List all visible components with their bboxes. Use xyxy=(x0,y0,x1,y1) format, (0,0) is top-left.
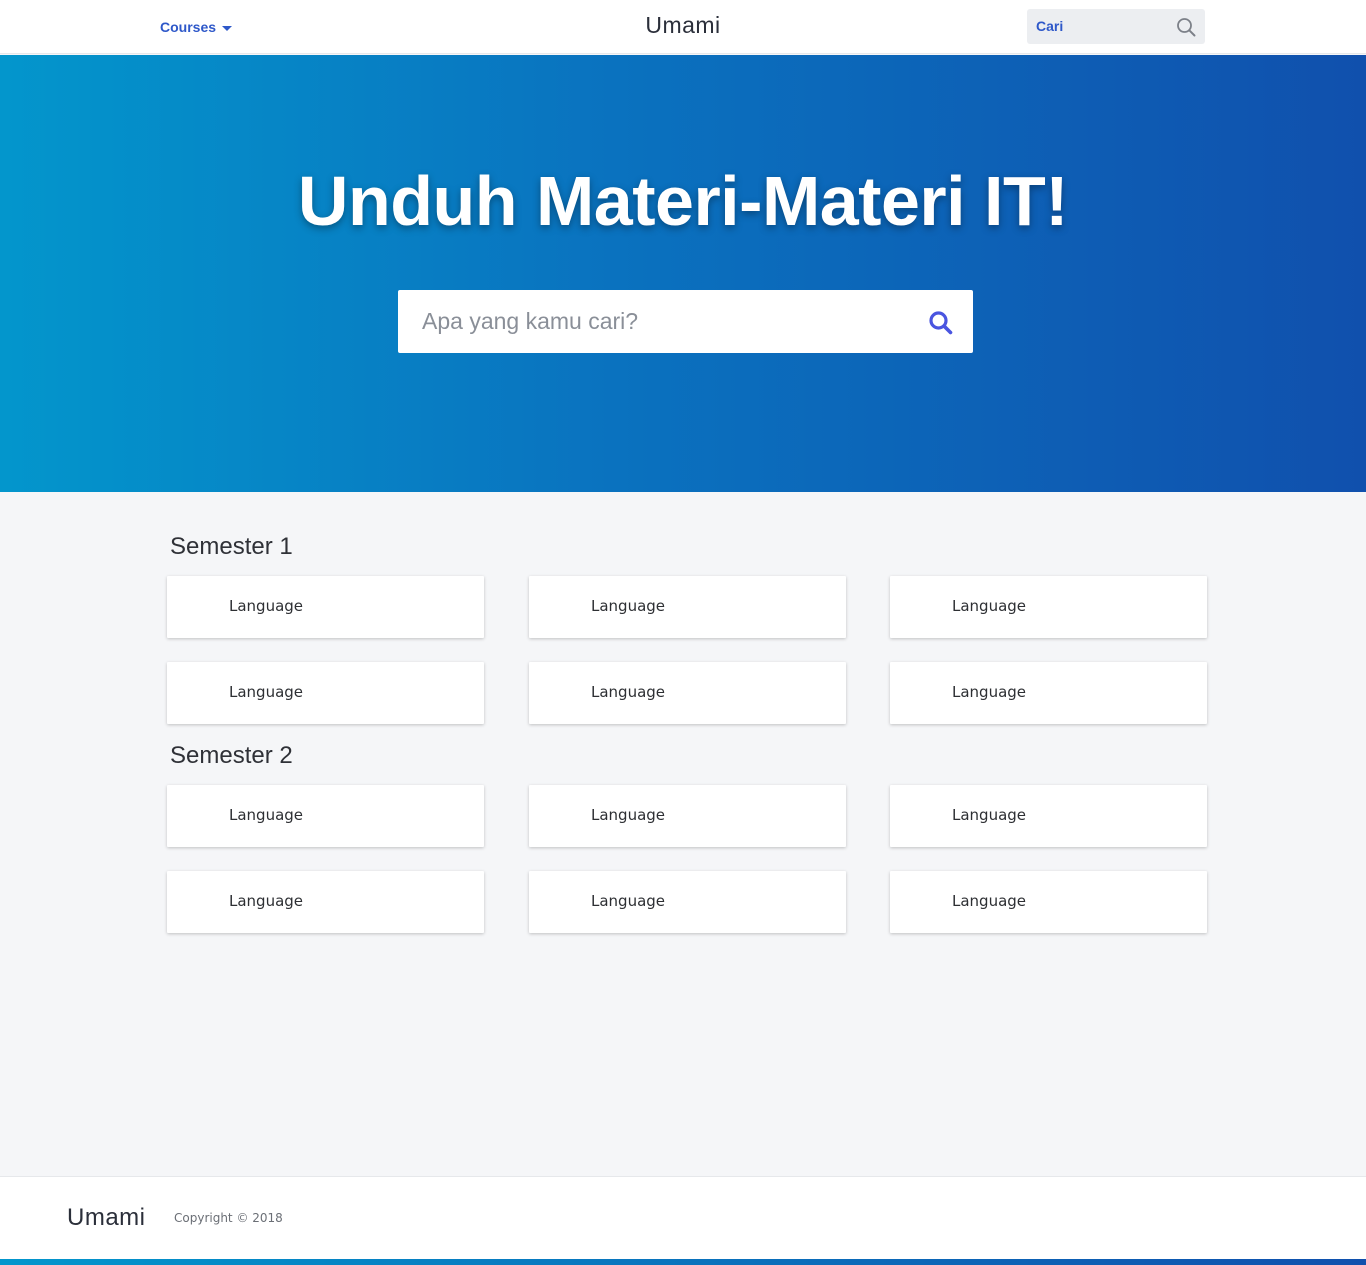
course-card[interactable]: Language xyxy=(890,576,1207,638)
course-card-label: Language xyxy=(952,806,1027,824)
hero-banner: Unduh Materi-Materi IT! xyxy=(0,55,1366,492)
footer-accent-bar xyxy=(0,1259,1366,1265)
course-card[interactable]: Language xyxy=(890,662,1207,724)
top-search-box[interactable]: Cari xyxy=(1027,9,1205,44)
hero-search-input[interactable] xyxy=(398,290,898,353)
course-card-label: Language xyxy=(229,683,304,701)
course-card-label: Language xyxy=(229,892,304,910)
course-card-label: Language xyxy=(952,683,1027,701)
course-card[interactable]: Language xyxy=(529,576,846,638)
course-card-label: Language xyxy=(229,597,304,615)
course-card[interactable]: Language xyxy=(890,785,1207,847)
course-card[interactable]: Language xyxy=(529,662,846,724)
brand-link[interactable]: Umami xyxy=(645,12,720,38)
course-card[interactable]: Language xyxy=(167,576,484,638)
top-search-label: Cari xyxy=(1036,18,1064,34)
search-icon[interactable] xyxy=(1176,17,1196,37)
section-title-semester-2: Semester 2 xyxy=(170,742,293,769)
hero-title: Unduh Materi-Materi IT! xyxy=(297,162,1069,240)
course-card[interactable]: Language xyxy=(167,785,484,847)
hero-search-box xyxy=(398,290,973,353)
section-title-semester-1: Semester 1 xyxy=(170,533,293,560)
course-card[interactable]: Language xyxy=(167,871,484,933)
course-card-label: Language xyxy=(952,892,1027,910)
course-card[interactable]: Language xyxy=(167,662,484,724)
course-card[interactable]: Language xyxy=(529,785,846,847)
footer: Umami Copyright © 2018 xyxy=(0,1176,1366,1259)
course-card-label: Language xyxy=(591,597,666,615)
search-icon[interactable] xyxy=(928,310,954,336)
course-card-label: Language xyxy=(591,683,666,701)
course-card-label: Language xyxy=(229,806,304,824)
course-card[interactable]: Language xyxy=(529,871,846,933)
course-card-label: Language xyxy=(591,806,666,824)
course-card[interactable]: Language xyxy=(890,871,1207,933)
course-card-label: Language xyxy=(952,597,1027,615)
footer-copyright: Copyright © 2018 xyxy=(174,1211,283,1225)
footer-brand-logo[interactable]: Umami xyxy=(67,1204,146,1232)
course-card-label: Language xyxy=(591,892,666,910)
top-navbar: Courses Umami Cari xyxy=(0,0,1366,54)
